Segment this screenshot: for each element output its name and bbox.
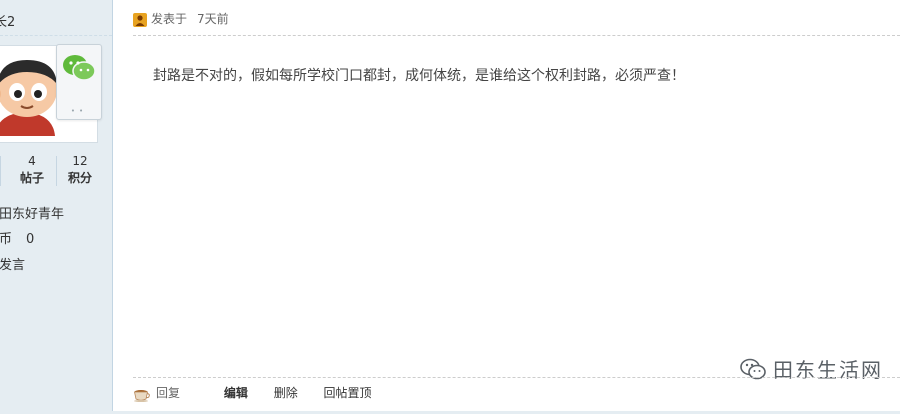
cartoon-boy-avatar-icon xyxy=(0,60,57,136)
stat-points[interactable]: 12 积分 xyxy=(58,152,102,186)
post-actions: 回复 编辑 删除 回帖置顶 xyxy=(133,384,394,406)
user-coins: 币0 xyxy=(0,228,34,247)
stat-posts[interactable]: 4 帖子 xyxy=(10,152,54,186)
stat-points-label: 积分 xyxy=(67,171,92,185)
stat-divider xyxy=(56,156,57,186)
post-page: 长2 •• 4 帖子 12 积分 田东好青年 币 0 发言 发表于 7天前 封路… xyxy=(0,0,900,414)
pin-reply-button[interactable]: 回帖置顶 xyxy=(324,384,372,401)
coffee-cup-icon xyxy=(134,389,150,402)
post-content: 封路是不对的，假如每所学校门口都封，成何体统，是谁给这个权利封路，必须严查！ xyxy=(153,68,685,84)
reply-button[interactable]: 回复 xyxy=(133,384,180,402)
user-group[interactable]: 田东好青年 xyxy=(0,203,64,222)
username-link[interactable]: 长2 xyxy=(0,11,15,30)
stat-divider xyxy=(0,156,1,186)
divider xyxy=(133,35,900,36)
stat-points-value: 12 xyxy=(72,154,88,168)
post-meta: 发表于 7天前 xyxy=(133,10,229,28)
coins-value: 0 xyxy=(26,232,35,247)
divider xyxy=(133,377,900,378)
coins-label: 币 xyxy=(0,232,13,247)
send-message-link[interactable]: 发言 xyxy=(0,254,25,273)
edit-button[interactable]: 编辑 xyxy=(224,384,248,401)
delete-button[interactable]: 删除 xyxy=(274,384,298,401)
reply-label: 回复 xyxy=(156,386,181,400)
post-time: 7天前 xyxy=(197,12,229,26)
watermark-text: 田东生活网 xyxy=(773,358,883,382)
wechat-icon xyxy=(63,55,96,81)
online-status-icon xyxy=(133,12,147,27)
post-meta-label: 发表于 xyxy=(151,12,188,26)
user-stats: 4 帖子 12 积分 xyxy=(0,152,102,192)
wechat-card[interactable]: •• xyxy=(56,44,102,120)
post-main: 发表于 7天前 封路是不对的，假如每所学校门口都封，成何体统，是谁给这个权利封路，… xyxy=(113,0,900,414)
stat-posts-label: 帖子 xyxy=(19,171,44,185)
qr-dots-icon: •• xyxy=(70,107,88,115)
user-sidebar: 长2 •• 4 帖子 12 积分 田东好青年 币 0 发言 xyxy=(0,0,113,414)
divider xyxy=(0,35,112,36)
stat-posts-value: 4 xyxy=(28,154,36,168)
